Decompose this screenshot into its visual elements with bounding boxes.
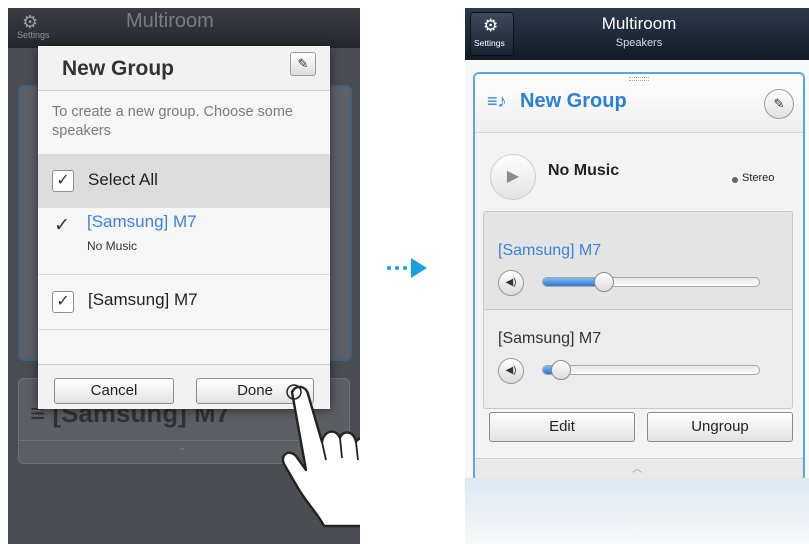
- settings-label: Settings: [17, 30, 50, 40]
- speaker-name: [Samsung] M7: [498, 330, 602, 347]
- speaker-name: [Samsung] M7: [498, 242, 602, 259]
- rename-button[interactable]: ✎: [290, 52, 316, 76]
- check-icon: ✓: [56, 293, 70, 310]
- speaker-row-active[interactable]: [484, 212, 792, 310]
- chevron-up-icon: ︿: [632, 464, 642, 475]
- speaker-row[interactable]: ✓ [Samsung] M7 No Music: [38, 208, 330, 275]
- speaker-status: No Music: [87, 239, 138, 253]
- volume-knob[interactable]: [551, 360, 572, 380]
- speaker-volume-icon: ◀): [505, 365, 517, 376]
- speaker-name: [Samsung] M7: [88, 290, 198, 309]
- pencil-icon: ✎: [773, 96, 785, 111]
- right-phone-screen: ⚙ Settings Multiroom Speakers ≡♪ New Gro…: [465, 8, 809, 544]
- page-title: Multiroom: [601, 14, 677, 33]
- volume-button[interactable]: ◀): [498, 270, 524, 296]
- check-icon: ✓: [54, 215, 70, 236]
- group-title: New Group: [520, 90, 627, 112]
- speaker-name: [Samsung] M7: [87, 212, 197, 231]
- pencil-icon: ✎: [297, 56, 309, 71]
- chevron-down-icon: ⌄: [178, 442, 187, 453]
- now-playing: No Music: [548, 162, 620, 179]
- edit-button[interactable]: Edit: [489, 412, 635, 442]
- speaker-row[interactable]: ✓ [Samsung] M7: [38, 275, 330, 330]
- left-phone-screen: ⚙ Settings Multiroom ≡ [Samsung] M7 ⌄ Ne…: [8, 8, 360, 544]
- speaker-checkbox[interactable]: ✓: [52, 291, 74, 313]
- volume-button[interactable]: ◀): [498, 358, 524, 384]
- edit-group-name-button[interactable]: ✎: [764, 89, 794, 119]
- cancel-button[interactable]: Cancel: [54, 378, 174, 404]
- dialog-title: New Group: [62, 57, 175, 80]
- speaker-list: [Samsung] M7 ◀) [Samsung] M7 ◀): [483, 211, 793, 409]
- check-icon: ✓: [56, 172, 70, 189]
- stereo-label: Stereo: [742, 172, 775, 184]
- page-title: Multiroom: [126, 10, 214, 32]
- new-group-dialog: New Group ✎ To create a new group. Choos…: [38, 46, 330, 409]
- play-icon: ▶: [506, 168, 520, 185]
- drag-handle[interactable]: [629, 77, 649, 81]
- volume-slider[interactable]: [542, 272, 760, 292]
- group-card: ≡♪ New Group ✎ ▶ No Music Stereo [Samsun…: [473, 72, 805, 482]
- gear-icon: ⚙: [483, 16, 499, 35]
- page-subtitle: Speakers: [615, 37, 663, 49]
- select-all-checkbox[interactable]: ✓: [52, 170, 74, 192]
- settings-button[interactable]: ⚙ Settings: [470, 12, 514, 56]
- speaker-volume-icon: ◀): [505, 277, 517, 288]
- dialog-hint: To create a new group. Choose some speak…: [52, 104, 293, 139]
- select-all-label: Select All: [88, 170, 158, 189]
- select-all-row[interactable]: ✓ Select All: [38, 154, 330, 208]
- hand-pointer-icon: [281, 384, 360, 528]
- volume-slider[interactable]: [542, 360, 760, 380]
- list-music-icon: ≡♪: [487, 91, 507, 111]
- settings-label: Settings: [474, 38, 505, 48]
- ungroup-button[interactable]: Ungroup: [647, 412, 793, 442]
- bottom-area: [465, 478, 809, 544]
- play-button[interactable]: ▶: [490, 154, 536, 200]
- stereo-indicator: [732, 177, 738, 183]
